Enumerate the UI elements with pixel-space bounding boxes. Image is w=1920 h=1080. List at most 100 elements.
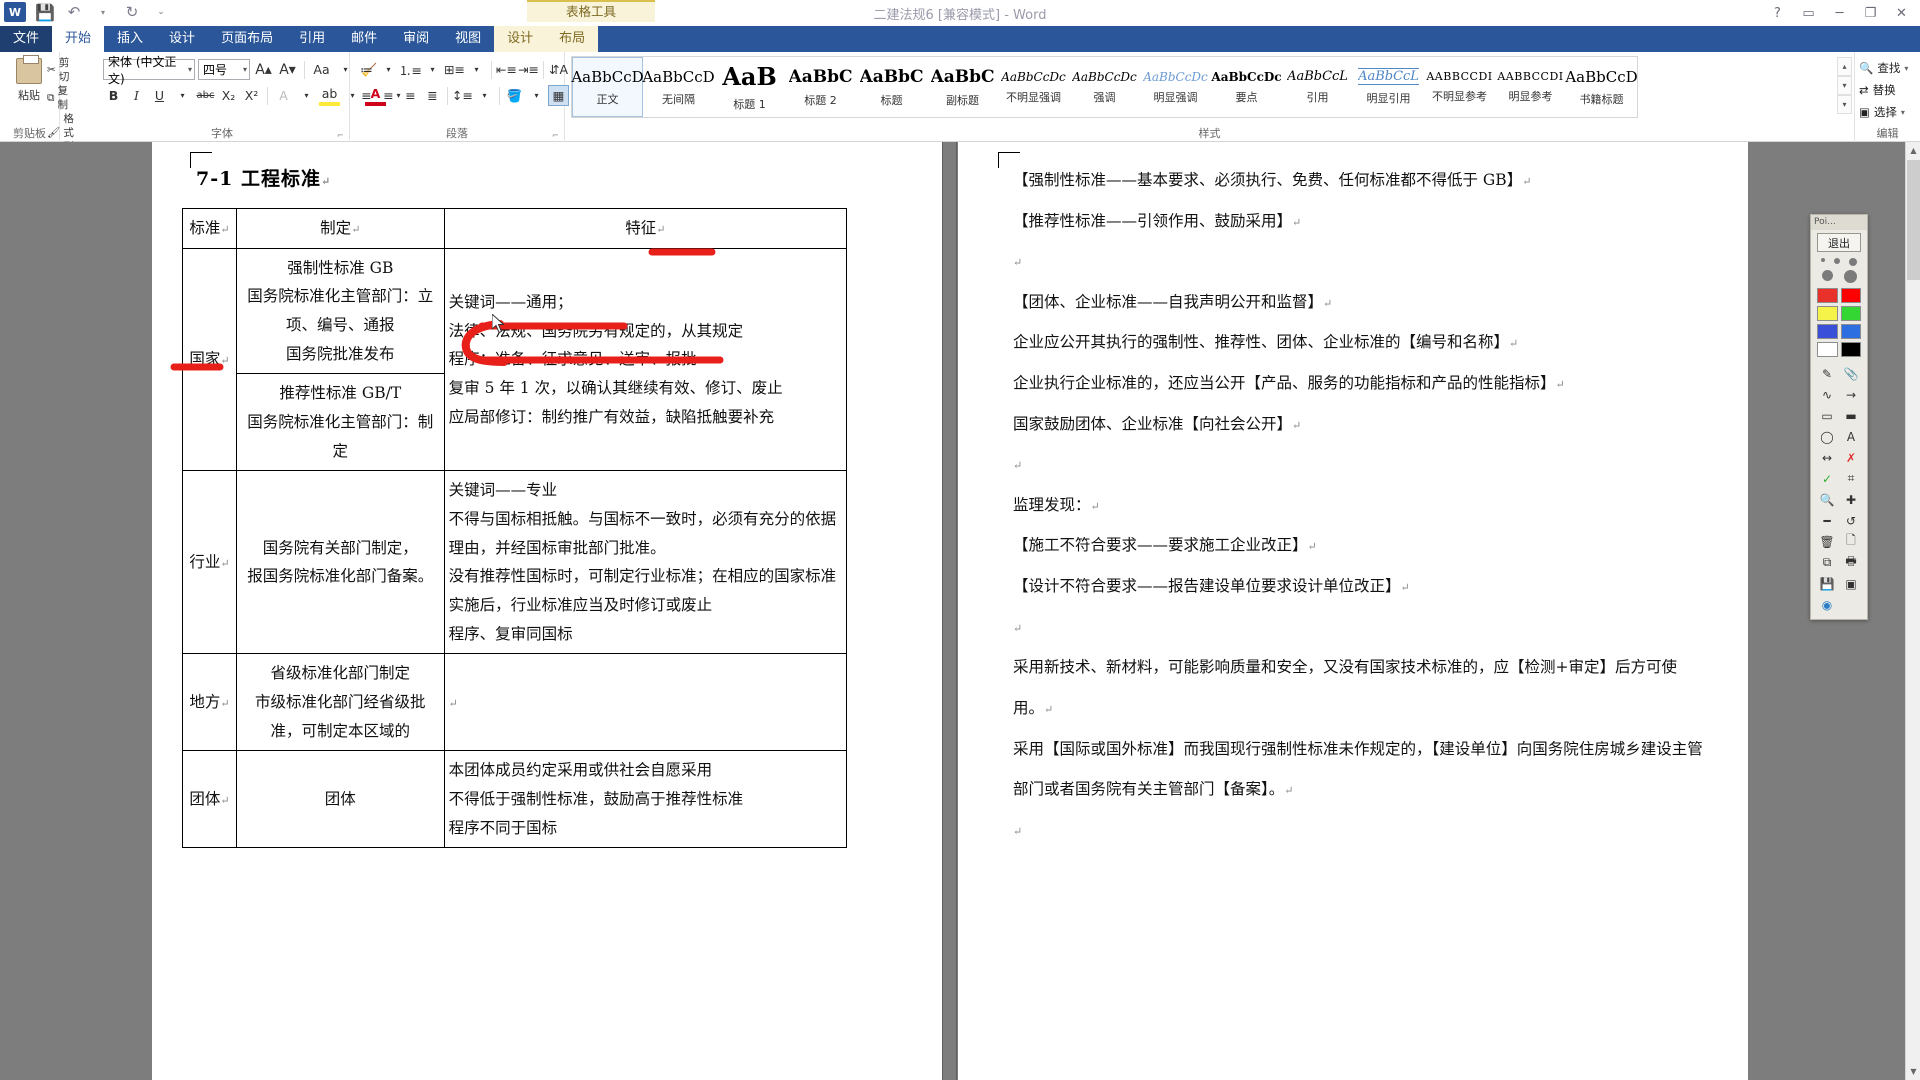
shading-icon[interactable]: 🪣	[504, 85, 525, 106]
bullets-icon[interactable]: ≔	[356, 59, 377, 80]
screenshot-icon[interactable]: ▣	[1841, 575, 1861, 592]
document-page-right[interactable]: 【强制性标准——基本要求、必须执行、免费、任何标准都不得低于 GB】↵ 【推荐性标…	[958, 142, 1748, 1080]
color-swatch-1[interactable]	[1840, 288, 1861, 303]
chevron-down-icon[interactable]: ▾	[172, 85, 193, 106]
style-item-7[interactable]: AaBbCcDc 强调	[1069, 57, 1140, 117]
font-name-input[interactable]: 宋体 (中文正文) ▾	[103, 55, 195, 86]
underline-icon[interactable]: U	[149, 85, 170, 106]
chevron-down-icon[interactable]: ▾	[526, 85, 547, 106]
ribbon-tab-9[interactable]: 设计	[494, 26, 547, 52]
help-icon[interactable]: ?	[1763, 3, 1792, 23]
color-swatch-7[interactable]	[1840, 342, 1861, 357]
ribbon-tab-5[interactable]: 引用	[286, 26, 338, 52]
curve-icon[interactable]: ∿	[1817, 386, 1837, 403]
color-swatch-5[interactable]	[1840, 324, 1861, 339]
ribbon-tab-3[interactable]: 设计	[156, 26, 208, 52]
filled-rectangle-icon[interactable]: ▬	[1841, 407, 1861, 424]
style-item-4[interactable]: AaBbC 标题	[856, 57, 927, 117]
minus-icon[interactable]: ━	[1817, 512, 1837, 529]
restore-button[interactable]: ❐	[1856, 3, 1885, 23]
style-item-1[interactable]: AaBbCcD 无间隔	[642, 57, 714, 117]
chevron-down-icon[interactable]: ▾	[474, 85, 495, 106]
strikethrough-icon[interactable]: abc	[195, 85, 216, 106]
color-swatch-0[interactable]	[1817, 288, 1838, 303]
pen-tools-grid[interactable]: ✎ 📎 ∿ → ▭ ▬ ◯ A ↔ ✗ ✓ ⌗ 🔍 ✚ ━ ↺ 🗑 🗋 ⧉ 🖶 …	[1811, 361, 1867, 619]
window-controls[interactable]: ? ▭ ─ ❐ ✕	[1763, 3, 1916, 23]
chevron-down-icon[interactable]: ▾	[1837, 76, 1852, 95]
ribbon-tab-0[interactable]: 文件	[0, 26, 53, 52]
close-button[interactable]: ✕	[1887, 3, 1916, 23]
trash-icon[interactable]: 🗑	[1817, 533, 1837, 550]
chevron-down-icon[interactable]: ▾	[188, 65, 192, 74]
superscript-icon[interactable]: X²	[241, 85, 262, 106]
font-size-input[interactable]: 四号 ▾	[198, 59, 250, 80]
ribbon-tab-1[interactable]: 开始	[52, 26, 105, 52]
crop-icon[interactable]: ⌗	[1841, 470, 1861, 487]
copy-icon[interactable]: ⧉	[1817, 554, 1837, 571]
replace-button[interactable]: ⇄ 替换	[1859, 82, 1896, 98]
chevron-down-icon[interactable]: ▾	[1904, 64, 1908, 73]
record-icon[interactable]: ◉	[1817, 596, 1837, 613]
find-button[interactable]: 🔍 查找 ▾	[1859, 60, 1908, 76]
ribbon-tab-7[interactable]: 审阅	[390, 26, 442, 52]
line-spacing-icon[interactable]: ↕≡	[452, 85, 473, 106]
right-page-content[interactable]: 【强制性标准——基本要求、必须执行、免费、任何标准都不得低于 GB】↵ 【推荐性标…	[1013, 160, 1703, 850]
pen-size-row-large[interactable]	[1811, 267, 1867, 284]
double-arrow-icon[interactable]: ↔	[1817, 449, 1837, 466]
chevron-down-icon[interactable]: ▾	[1901, 108, 1905, 117]
chevron-down-icon[interactable]: ▾	[422, 59, 443, 80]
style-item-9[interactable]: AaBbCcDc 要点	[1211, 57, 1282, 117]
color-swatch-3[interactable]	[1840, 306, 1861, 321]
styles-gallery-nav[interactable]: ▴ ▾ ▾	[1837, 57, 1852, 114]
group-font[interactable]: 宋体 (中文正文) ▾ 四号 ▾ A▴ A▾ Aa ▾ 🧹 B I U ▾ ab…	[95, 52, 401, 142]
ribbon-display-icon[interactable]: ▭	[1794, 3, 1823, 23]
style-item-3[interactable]: AaBbC 标题 2	[785, 57, 856, 117]
multilevel-list-icon[interactable]: ⊞≡	[444, 59, 465, 80]
chevron-down-icon[interactable]: ▾	[243, 65, 247, 74]
pen-size-row-small[interactable]	[1811, 255, 1867, 267]
style-item-10[interactable]: AaBbCcL 引用	[1282, 57, 1353, 117]
align-right-icon[interactable]: ≡	[400, 85, 421, 106]
text-icon[interactable]: A	[1841, 428, 1861, 445]
more-styles-icon[interactable]: ▾	[1837, 95, 1852, 114]
group-styles[interactable]: AaBbCcD 正文 AaBbCcD 无间隔 AaB 标题 1 AaBbC 标题 2 AaBbC…	[565, 52, 1855, 142]
plus-icon[interactable]: ✚	[1841, 491, 1861, 508]
style-item-0[interactable]: AaBbCcD 正文	[571, 57, 644, 117]
scrollbar-thumb[interactable]	[1907, 160, 1920, 280]
grow-font-icon[interactable]: A▴	[253, 59, 274, 80]
undo-icon[interactable]: ↺	[1841, 512, 1861, 529]
decrease-indent-icon[interactable]: ⇤≡	[496, 59, 517, 80]
subscript-icon[interactable]: X₂	[218, 85, 239, 106]
copy-button[interactable]: ⧉ 复制	[47, 84, 74, 112]
ribbon[interactable]: 粘贴 ✂剪切 ⧉复制 🖌格式刷 剪贴板 宋体 (中文正文) ▾ 四号 ▾ A▴ …	[0, 52, 1920, 153]
style-item-13[interactable]: AABBCCDI 明显参考	[1495, 57, 1566, 117]
scroll-down-arrow[interactable]: ▼	[1906, 1063, 1920, 1080]
highlight-icon[interactable]: ab	[319, 85, 340, 106]
ribbon-tab-bar[interactable]: 文件开始插入设计页面布局引用邮件审阅视图设计布局 👤 登录	[0, 26, 1920, 69]
numbering-icon[interactable]: ⒈≡	[399, 59, 422, 80]
ribbon-tab-8[interactable]: 视图	[442, 26, 494, 52]
bold-icon[interactable]: B	[103, 85, 124, 106]
ribbon-tab-4[interactable]: 页面布局	[208, 26, 286, 52]
text-effects-icon[interactable]: A	[273, 85, 294, 106]
change-case-icon[interactable]: Aa	[311, 59, 332, 80]
ellipse-icon[interactable]: ◯	[1817, 428, 1837, 445]
zoom-icon[interactable]: 🔍	[1817, 491, 1837, 508]
ribbon-tab-2[interactable]: 插入	[104, 26, 156, 52]
ribbon-tab-10[interactable]: 布局	[546, 26, 599, 52]
chevron-down-icon[interactable]: ▾	[296, 85, 317, 106]
new-page-icon[interactable]: 🗋	[1841, 533, 1861, 550]
style-item-11[interactable]: AaBbCcL 明显引用	[1353, 57, 1424, 117]
font-dialog-launcher[interactable]: ⌐	[337, 131, 346, 140]
group-paragraph[interactable]: ≔ ▾ ⒈≡ ▾ ⊞≡ ▾ ⇤≡ ⇥≡ ⇵A ▾ ¶ ≡ ≡ ≡ ≣ ↕≡ ▾ …	[350, 52, 614, 142]
styles-gallery[interactable]: AaBbCcD 正文 AaBbCcD 无间隔 AaB 标题 1 AaBbC 标题 2 AaBbC…	[571, 56, 1638, 118]
style-item-2[interactable]: AaB 标题 1	[714, 57, 785, 117]
check-icon[interactable]: ✓	[1817, 470, 1837, 487]
paste-button[interactable]: 粘贴	[8, 55, 50, 103]
exit-button[interactable]: 退出	[1817, 233, 1861, 252]
cross-icon[interactable]: ✗	[1841, 449, 1861, 466]
pen-annotation-toolbar[interactable]: Poi... 退出 ✎ 📎 ∿ → ▭ ▬ ◯ A ↔ ✗ ✓ ⌗ 🔍 ✚ ━	[1810, 214, 1868, 620]
chevron-down-icon[interactable]: ▾	[466, 59, 487, 80]
color-swatch-6[interactable]	[1817, 342, 1838, 357]
style-item-6[interactable]: AaBbCcDc 不明显强调	[998, 57, 1069, 117]
